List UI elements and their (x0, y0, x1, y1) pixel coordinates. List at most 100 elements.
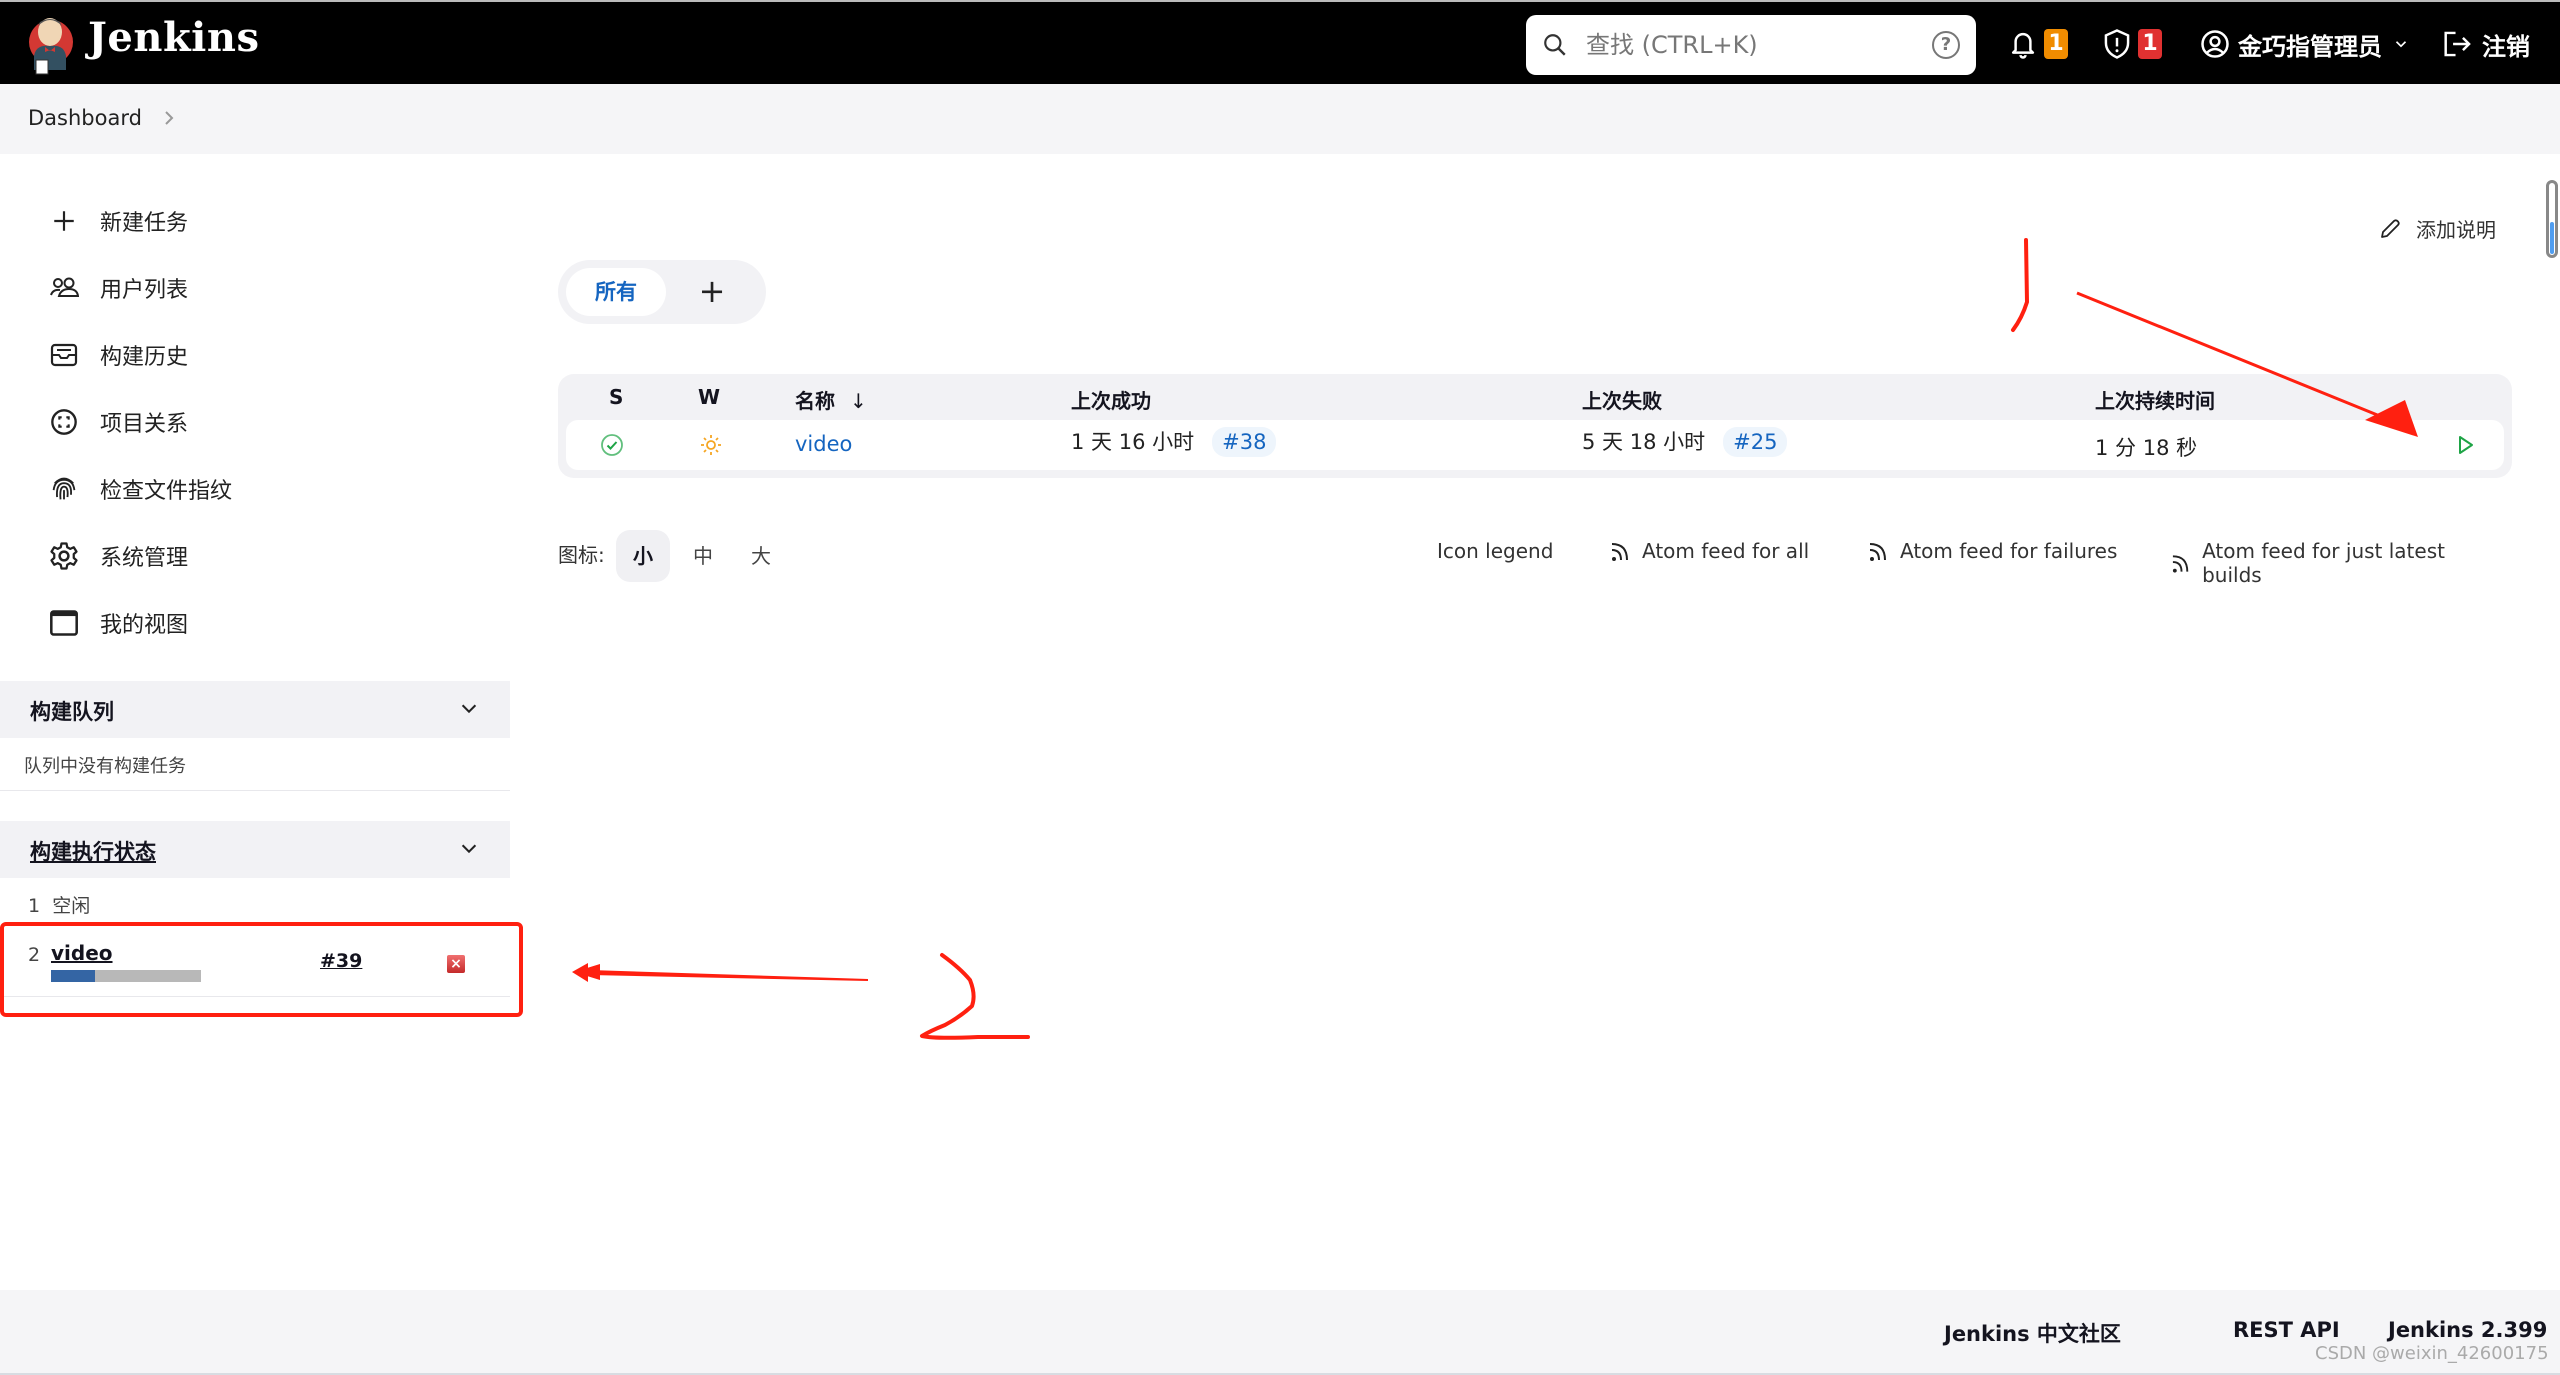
executors-title[interactable]: 构建执行状态 (30, 836, 156, 866)
security-badge: 1 (2138, 29, 2162, 59)
sidebar-item-label: 新建任务 (100, 211, 189, 236)
weather-sunny-icon[interactable] (699, 433, 723, 457)
col-weather[interactable]: W (698, 385, 720, 409)
feed-all-label: Atom feed for all (1642, 539, 1810, 563)
jenkins-logo-icon[interactable] (26, 12, 76, 76)
scrollbar[interactable] (2546, 180, 2558, 258)
col-last-duration[interactable]: 上次持续时间 (2095, 385, 2215, 414)
play-build-icon[interactable] (2456, 434, 2476, 456)
executor-progress-bar[interactable] (51, 970, 201, 982)
sidebar-item-new-job[interactable]: 新建任务 (48, 199, 188, 243)
build-queue-empty: 队列中没有构建任务 (24, 756, 186, 777)
inbox-icon (48, 339, 80, 371)
last-failure-build-link[interactable]: #25 (1723, 427, 1788, 457)
job-name-link[interactable]: video (795, 432, 852, 456)
sidebar-item-manage-jenkins[interactable]: 系统管理 (48, 534, 188, 578)
user-icon (2201, 30, 2229, 58)
sidebar-item-my-views[interactable]: 我的视图 (48, 601, 188, 645)
sidebar-item-build-history[interactable]: 构建历史 (48, 333, 188, 377)
gear-icon (48, 540, 80, 572)
chevron-down-icon[interactable] (2392, 35, 2410, 53)
add-view-button[interactable]: + (688, 268, 736, 316)
user-name[interactable]: 金巧指管理员 (2238, 27, 2382, 62)
feed-latest-label: Atom feed for just latest builds (2202, 539, 2445, 587)
stop-build-icon[interactable]: × (447, 955, 465, 973)
icon-legend-link[interactable]: Icon legend (1437, 539, 1553, 563)
executor-build-link[interactable]: #39 (320, 950, 362, 972)
last-failure-time: 5 天 18 小时 (1582, 430, 1706, 454)
security-button[interactable]: 1 (2102, 24, 2162, 64)
icon-size-small[interactable]: 小 (616, 530, 670, 582)
build-queue-header[interactable]: 构建队列 (0, 681, 510, 738)
notifications-badge: 1 (2044, 29, 2068, 59)
col-last-success[interactable]: 上次成功 (1071, 385, 1151, 414)
table-row: video 1 天 16 小时 #38 5 天 18 小时 #25 1 分 18 秒 (566, 420, 2504, 470)
chevron-right-icon[interactable] (162, 109, 176, 127)
feed-latest-link[interactable]: Atom feed for just latest builds (2171, 539, 2498, 587)
icon-legend-row: 图标: 小 中 大 Icon legend Atom feed for all … (558, 530, 2498, 587)
sort-arrow-icon: ↓ (849, 389, 867, 413)
icon-size-large[interactable]: 大 (734, 530, 788, 582)
feed-failures-link[interactable]: Atom feed for failures (1868, 539, 2117, 563)
feed-all-link[interactable]: Atom feed for all (1610, 539, 1809, 563)
logout-label[interactable]: 注销 (2482, 27, 2530, 62)
notifications-button[interactable]: 1 (2008, 24, 2068, 64)
build-queue-title: 构建队列 (30, 700, 114, 724)
executor-status: 空闲 (52, 895, 91, 917)
footer-rest-api-link[interactable]: REST API (2233, 1318, 2340, 1342)
footer-version-link[interactable]: Jenkins 2.399 (2388, 1318, 2547, 1342)
search-box[interactable]: ? (1526, 15, 1976, 75)
rss-icon (1869, 543, 1886, 561)
divider (0, 996, 510, 997)
help-icon[interactable]: ? (1932, 31, 1960, 59)
sidebar-item-fingerprint[interactable]: 检查文件指纹 (48, 467, 232, 511)
add-description-label: 添加说明 (2416, 218, 2496, 242)
col-name-label: 名称 (795, 389, 835, 413)
rss-icon (2172, 555, 2189, 573)
rss-icon (1611, 543, 1628, 561)
executor-1: 1 空闲 (28, 891, 90, 918)
icon-size-medium[interactable]: 中 (676, 530, 730, 582)
sidebar-item-users[interactable]: 用户列表 (48, 266, 188, 310)
chevron-down-icon[interactable] (458, 697, 480, 719)
window-icon (48, 607, 80, 639)
last-success-time: 1 天 16 小时 (1071, 430, 1195, 454)
annotation-label-2 (920, 953, 1030, 1040)
sidebar-item-label: 项目关系 (100, 412, 189, 437)
breadcrumb-dashboard[interactable]: Dashboard (28, 106, 142, 130)
bell-icon (2011, 32, 2035, 59)
col-last-failure[interactable]: 上次失败 (1582, 385, 1662, 414)
breadcrumb-bar: Dashboard (0, 84, 2560, 154)
logout-button[interactable]: 注销 (2442, 24, 2530, 64)
brand-title[interactable]: Jenkins (88, 14, 259, 61)
col-status[interactable]: S (609, 385, 623, 409)
executors-header[interactable]: 构建执行状态 (0, 821, 510, 878)
add-description-button[interactable]: 添加说明 (2378, 214, 2496, 243)
status-success-icon[interactable] (600, 433, 624, 457)
divider (0, 790, 510, 791)
sidebar-item-label: 我的视图 (100, 613, 189, 638)
users-icon (48, 272, 80, 304)
relationship-icon (48, 406, 80, 438)
last-success-cell: 1 天 16 小时 #38 (1071, 426, 1277, 457)
sidebar-item-label: 用户列表 (100, 278, 189, 303)
executor-2-number: 2 (28, 944, 41, 966)
executor-job-link[interactable]: video (51, 941, 113, 965)
last-success-build-link[interactable]: #38 (1212, 427, 1277, 457)
chevron-down-icon[interactable] (458, 837, 480, 859)
user-menu[interactable]: 金巧指管理员 (2200, 24, 2410, 64)
fingerprint-icon (48, 473, 80, 505)
footer: Jenkins 中文社区 REST API Jenkins 2.399 (0, 1290, 2560, 1375)
last-duration-cell: 1 分 18 秒 (2095, 436, 2198, 460)
logout-icon (2444, 31, 2471, 57)
tab-all[interactable]: 所有 (566, 268, 666, 316)
sidebar-item-project-relationship[interactable]: 项目关系 (48, 400, 188, 444)
scrollbar-thumb[interactable] (2550, 222, 2554, 254)
col-name[interactable]: 名称 ↓ (795, 385, 867, 414)
executor-number: 1 (28, 895, 41, 917)
footer-community-link[interactable]: Jenkins 中文社区 (1944, 1318, 2121, 1348)
feed-failures-label: Atom feed for failures (1900, 539, 2118, 563)
last-failure-cell: 5 天 18 小时 #25 (1582, 426, 1788, 457)
jobs-table: S W 名称 ↓ 上次成功 上次失败 上次持续时间 video 1 天 16 小… (558, 374, 2512, 478)
search-input[interactable] (1586, 25, 1906, 65)
